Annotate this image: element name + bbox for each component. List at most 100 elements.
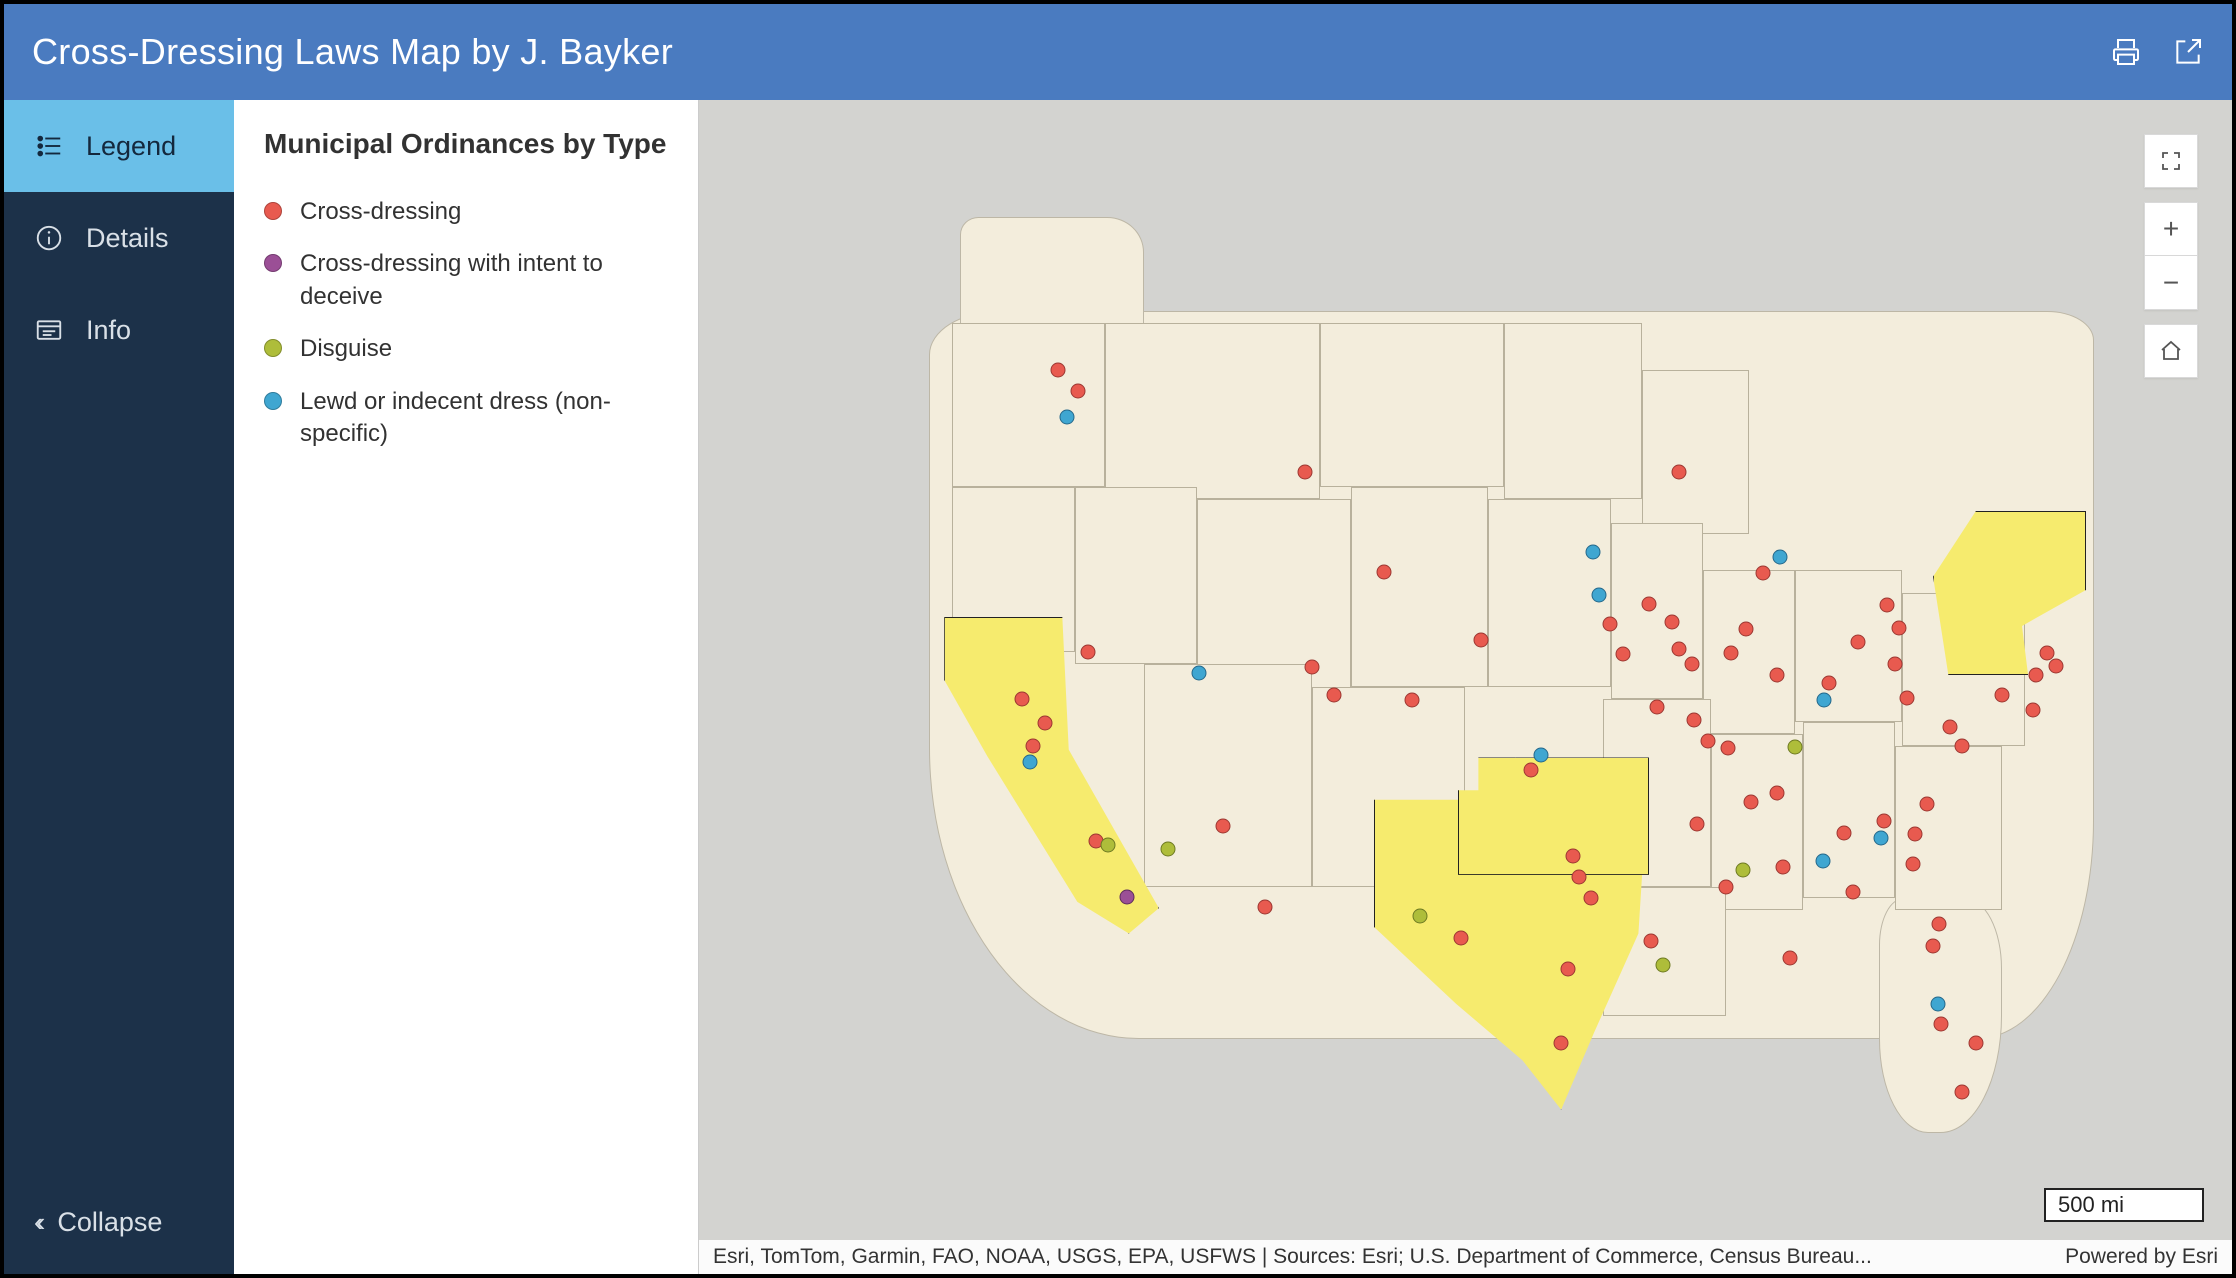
map-marker[interactable] — [1700, 734, 1715, 749]
map-marker[interactable] — [1783, 951, 1798, 966]
map-marker[interactable] — [1755, 566, 1770, 581]
map-marker[interactable] — [1643, 933, 1658, 948]
map-marker[interactable] — [1686, 712, 1701, 727]
map-marker[interactable] — [2048, 658, 2063, 673]
map-marker[interactable] — [1297, 465, 1312, 480]
map-marker[interactable] — [1650, 699, 1665, 714]
map-marker[interactable] — [1656, 958, 1671, 973]
map-marker[interactable] — [1689, 817, 1704, 832]
map-marker[interactable] — [1955, 738, 1970, 753]
map-marker[interactable] — [1968, 1035, 1983, 1050]
home-button[interactable] — [2144, 324, 2198, 378]
map-marker[interactable] — [1453, 931, 1468, 946]
map-marker[interactable] — [1926, 939, 1941, 954]
map-marker[interactable] — [1933, 1016, 1948, 1031]
map-marker[interactable] — [1877, 813, 1892, 828]
map-marker[interactable] — [1070, 384, 1085, 399]
map-marker[interactable] — [1616, 647, 1631, 662]
map-marker[interactable] — [1015, 691, 1030, 706]
sidebar-item-legend[interactable]: Legend — [4, 100, 234, 192]
map-marker[interactable] — [1023, 755, 1038, 770]
map-marker[interactable] — [1565, 849, 1580, 864]
map-marker[interactable] — [1642, 596, 1657, 611]
map-marker[interactable] — [1561, 961, 1576, 976]
sidebar-item-info[interactable]: Info — [4, 284, 234, 376]
map-marker[interactable] — [1955, 1085, 1970, 1100]
print-icon[interactable] — [2110, 36, 2142, 68]
map-marker[interactable] — [1602, 616, 1617, 631]
map-marker[interactable] — [1743, 795, 1758, 810]
map-marker[interactable] — [1584, 891, 1599, 906]
map-marker[interactable] — [1473, 633, 1488, 648]
expand-button[interactable] — [2144, 134, 2198, 188]
map-marker[interactable] — [1821, 676, 1836, 691]
map-marker[interactable] — [1815, 853, 1830, 868]
map-marker[interactable] — [1216, 818, 1231, 833]
map-marker[interactable] — [1257, 899, 1272, 914]
map-marker[interactable] — [1671, 465, 1686, 480]
map-marker[interactable] — [1932, 917, 1947, 932]
map-marker[interactable] — [1788, 739, 1803, 754]
map-marker[interactable] — [1837, 825, 1852, 840]
map-marker[interactable] — [2039, 645, 2054, 660]
map-marker[interactable] — [2025, 703, 2040, 718]
map-marker[interactable] — [1906, 857, 1921, 872]
map-marker[interactable] — [1524, 763, 1539, 778]
map-marker[interactable] — [1101, 838, 1116, 853]
map-marker[interactable] — [1571, 870, 1586, 885]
map-marker[interactable] — [1038, 716, 1053, 731]
map-marker[interactable] — [1671, 642, 1686, 657]
map-marker[interactable] — [1719, 879, 1734, 894]
map-marker[interactable] — [1873, 831, 1888, 846]
map-marker[interactable] — [1769, 785, 1784, 800]
map-marker[interactable] — [1846, 885, 1861, 900]
map-marker[interactable] — [1685, 656, 1700, 671]
legend-label: Disguise — [300, 333, 392, 365]
map-marker[interactable] — [1942, 719, 1957, 734]
attribution-powered[interactable]: Powered by Esri — [2065, 1245, 2218, 1269]
sidebar-item-details[interactable]: Details — [4, 192, 234, 284]
map-marker[interactable] — [1900, 690, 1915, 705]
map-marker[interactable] — [1720, 741, 1735, 756]
legend-label: Cross-dressing — [300, 196, 461, 228]
map-marker[interactable] — [1735, 863, 1750, 878]
map-marker[interactable] — [1161, 842, 1176, 857]
map-marker[interactable] — [1326, 688, 1341, 703]
map-marker[interactable] — [1404, 692, 1419, 707]
map-marker[interactable] — [1081, 644, 1096, 659]
map-marker[interactable] — [1050, 363, 1065, 378]
map-marker[interactable] — [1850, 635, 1865, 650]
map-marker[interactable] — [1377, 564, 1392, 579]
map-marker[interactable] — [2028, 668, 2043, 683]
map-marker[interactable] — [1995, 688, 2010, 703]
map-marker[interactable] — [1533, 748, 1548, 763]
map-marker[interactable] — [1191, 665, 1206, 680]
map-marker[interactable] — [1305, 660, 1320, 675]
map-marker[interactable] — [1769, 668, 1784, 683]
map-marker[interactable] — [1026, 738, 1041, 753]
map-marker[interactable] — [1887, 656, 1902, 671]
map-marker[interactable] — [1585, 544, 1600, 559]
map-marker[interactable] — [1591, 588, 1606, 603]
map-marker[interactable] — [1930, 996, 1945, 1011]
map-marker[interactable] — [1907, 826, 1922, 841]
share-icon[interactable] — [2172, 36, 2204, 68]
map-marker[interactable] — [1665, 615, 1680, 630]
map-marker[interactable] — [1119, 890, 1134, 905]
map-marker[interactable] — [1880, 597, 1895, 612]
map-marker[interactable] — [1739, 622, 1754, 637]
zoom-in-button[interactable]: + — [2144, 202, 2198, 256]
map-marker[interactable] — [1772, 549, 1787, 564]
collapse-button[interactable]: ‹‹ Collapse — [4, 1179, 234, 1274]
map-marker[interactable] — [1723, 645, 1738, 660]
map-marker[interactable] — [1553, 1035, 1568, 1050]
map-marker[interactable] — [1059, 409, 1074, 424]
map-canvas[interactable]: + − 500 mi Esri, TomTom, Garmin, FAO, NO… — [699, 100, 2232, 1274]
map-marker[interactable] — [1775, 859, 1790, 874]
state — [1105, 323, 1320, 499]
map-marker[interactable] — [1919, 797, 1934, 812]
zoom-out-button[interactable]: − — [2144, 256, 2198, 310]
map-marker[interactable] — [1817, 692, 1832, 707]
map-marker[interactable] — [1892, 621, 1907, 636]
map-marker[interactable] — [1412, 908, 1427, 923]
